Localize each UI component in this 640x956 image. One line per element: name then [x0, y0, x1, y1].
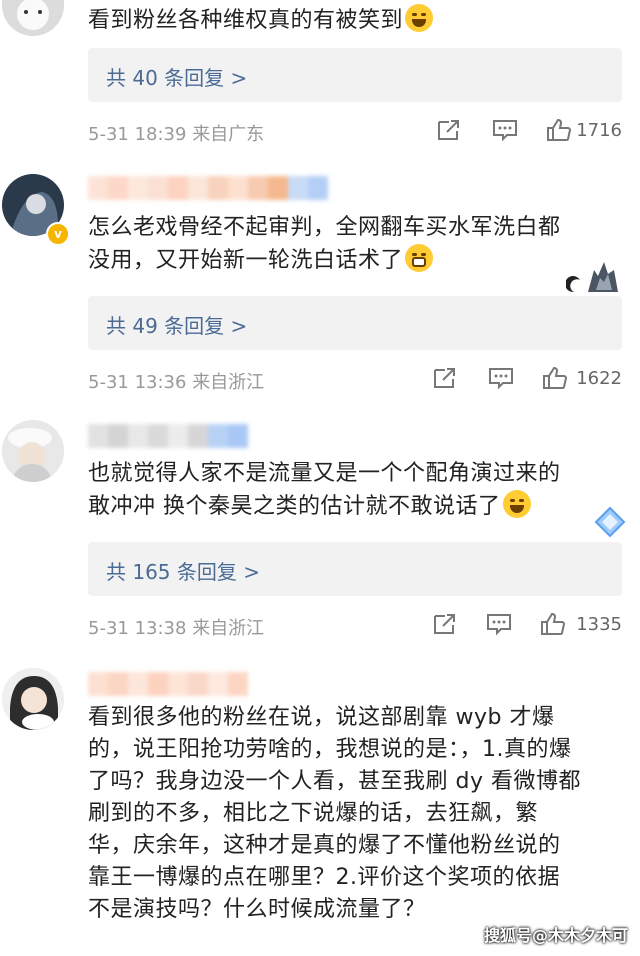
like-count: 1716	[576, 120, 622, 141]
avatar[interactable]	[2, 668, 64, 730]
comment-meta: 5-31 18:39 来自广东 1716	[88, 116, 622, 146]
like-icon[interactable]	[546, 118, 572, 142]
comment-text-line: 敢冲冲 换个秦昊之类的估计就不敢说话了	[88, 494, 501, 519]
laugh-cry-emoji-icon	[405, 4, 434, 32]
laugh-cry-emoji-icon	[502, 490, 531, 518]
comment-text-line: 了吗？我身边没一个人看，甚至我刷 dy 看微博都	[88, 769, 581, 794]
comment-text-line: 靠王一博爆的点在哪里？2.评价这个奖项的依据	[88, 865, 560, 890]
comment-icon[interactable]	[488, 366, 514, 390]
verified-badge-icon: v	[46, 222, 70, 246]
comment-text-line: 华，庆余年，这种才是真的爆了不懂他粉丝说的	[88, 833, 561, 858]
username-blurred[interactable]	[88, 672, 248, 696]
timestamp: 5-31 18:39 来自广东	[88, 124, 265, 145]
comment-text-line: 看到很多他的粉丝在说，说这部剧靠 wyb 才爆	[88, 705, 555, 730]
comment-text-line: 刷到的不多，相比之下说爆的话，去狂飙，繁	[88, 801, 539, 826]
username-blurred[interactable]	[88, 176, 328, 200]
like-count: 1622	[576, 368, 622, 389]
like-icon[interactable]	[542, 366, 568, 390]
view-replies-button[interactable]: 共 49 条回复 >	[88, 296, 622, 350]
avatar[interactable]	[2, 420, 64, 482]
moon-decoration-icon	[566, 262, 618, 293]
comment-text: 看到粉丝各种维权真的有被笑到	[88, 4, 628, 37]
comment-text-line: 也就觉得人家不是流量又是一个个配角演过来的	[88, 461, 561, 486]
comment-text-line: 没用，又开始新一轮洗白话术了	[88, 248, 404, 273]
grin-emoji-icon	[405, 244, 434, 272]
like-count: 1335	[576, 614, 622, 635]
comment-text: 也就觉得人家不是流量又是一个个配角演过来的 敢冲冲 换个秦昊之类的估计就不敢说话…	[88, 458, 628, 523]
comment-text-line: 怎么老戏骨经不起审判，全网翻车买水军洗白都	[88, 215, 561, 240]
comment-text: 怎么老戏骨经不起审判，全网翻车买水军洗白都 没用，又开始新一轮洗白话术了	[88, 212, 628, 277]
share-icon[interactable]	[436, 118, 462, 142]
share-icon[interactable]	[432, 366, 458, 390]
replies-label: 共 49 条回复 >	[106, 314, 248, 338]
comment-text-content: 看到粉丝各种维权真的有被笑到	[88, 8, 404, 33]
username-blurred[interactable]	[88, 424, 248, 448]
share-icon[interactable]	[432, 612, 458, 636]
diamond-decoration-icon	[594, 506, 626, 538]
comment-icon[interactable]	[492, 118, 518, 142]
timestamp: 5-31 13:36 来自浙江	[88, 372, 265, 393]
comment-text-line: 的，说王阳抢功劳啥的，我想说的是：，1.真的爆	[88, 737, 572, 762]
comment-icon[interactable]	[486, 612, 512, 636]
comment-text: 看到很多他的粉丝在说，说这部剧靠 wyb 才爆 的，说王阳抢功劳啥的，我想说的是…	[88, 702, 628, 926]
replies-label: 共 165 条回复 >	[106, 560, 261, 584]
like-icon[interactable]	[540, 612, 566, 636]
comment-meta: 5-31 13:38 来自浙江 1335	[88, 610, 622, 640]
watermark: 搜狐号@木木夕木可	[483, 926, 628, 945]
comment-meta: 5-31 13:36 来自浙江 1622	[88, 364, 622, 394]
replies-label: 共 40 条回复 >	[106, 66, 248, 90]
timestamp: 5-31 13:38 来自浙江	[88, 618, 265, 639]
avatar[interactable]	[2, 0, 64, 36]
view-replies-button[interactable]: 共 40 条回复 >	[88, 48, 622, 102]
view-replies-button[interactable]: 共 165 条回复 >	[88, 542, 622, 596]
